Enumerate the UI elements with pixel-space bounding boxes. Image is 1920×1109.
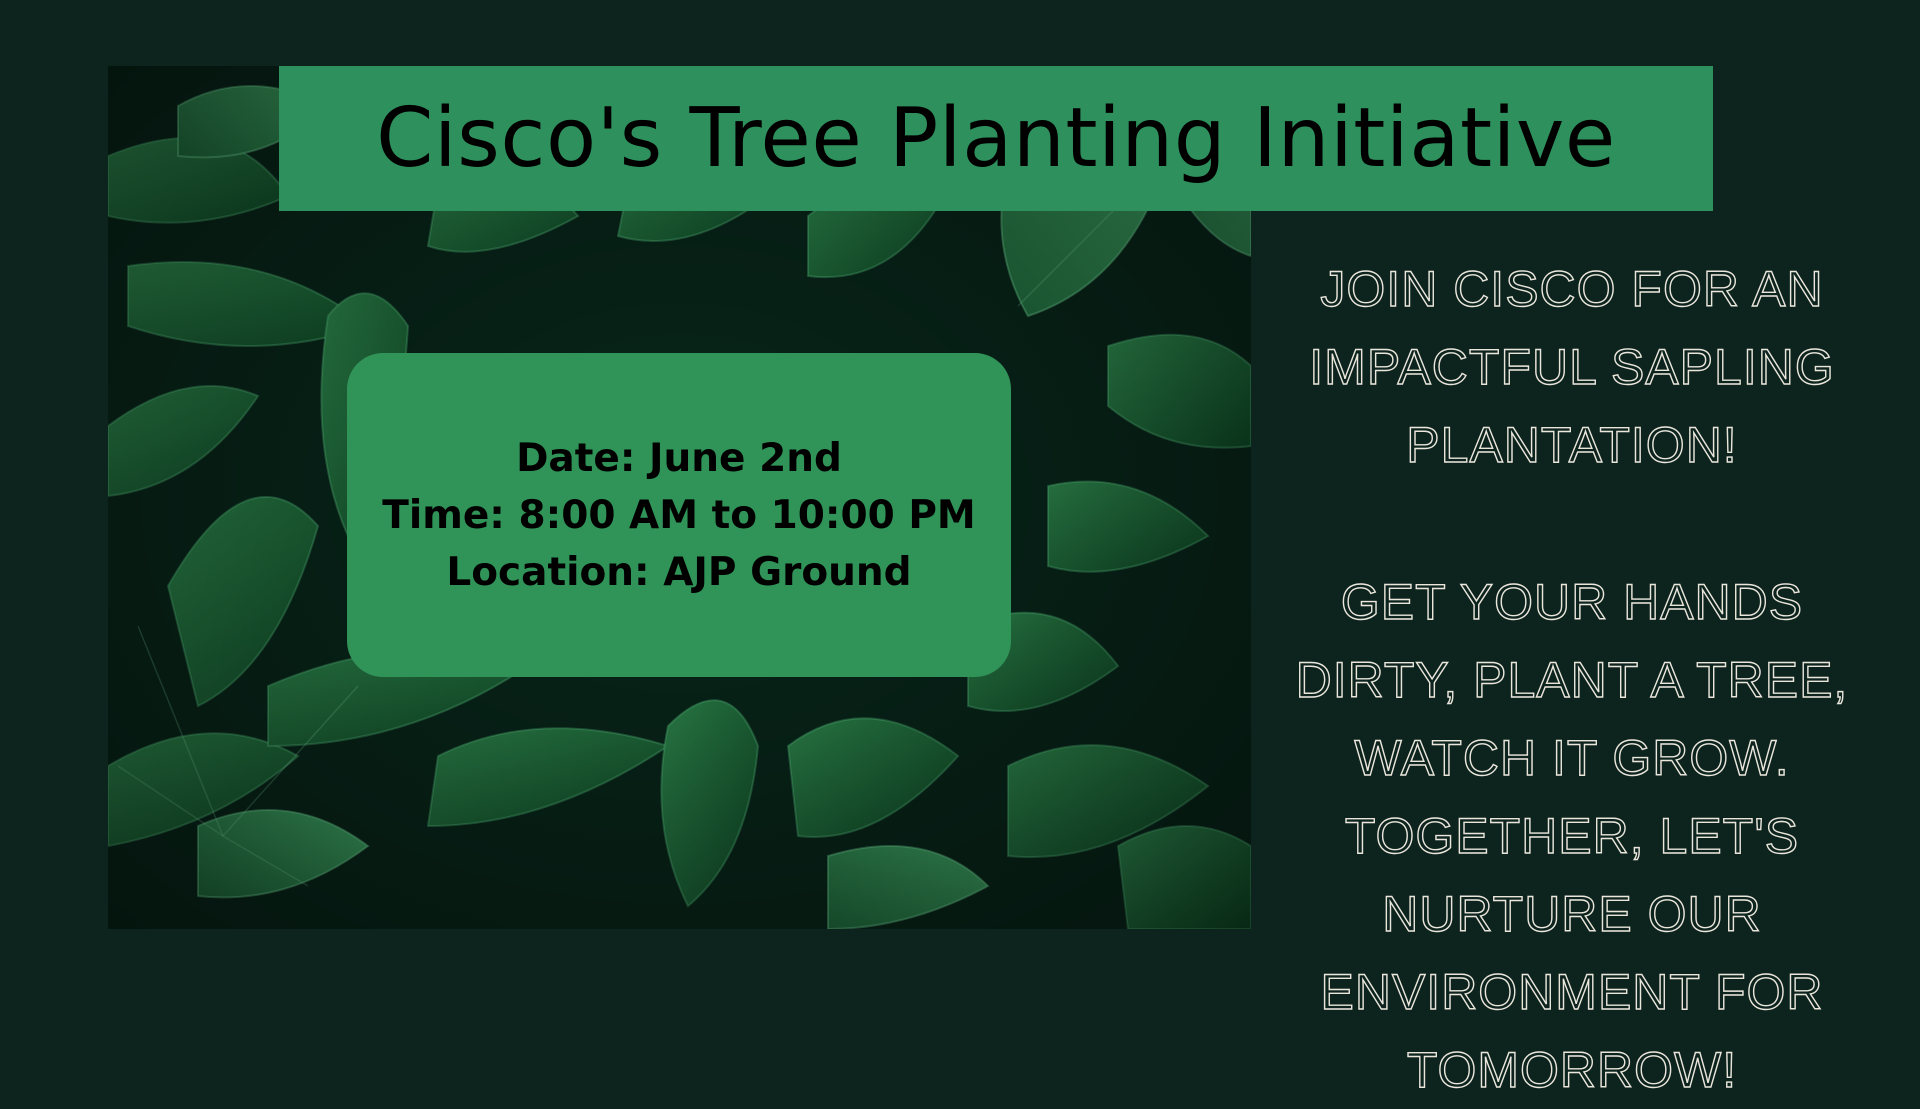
event-details-card: Date: June 2nd Time: 8:00 AM to 10:00 PM… xyxy=(347,353,1011,677)
event-date: Date: June 2nd xyxy=(516,435,842,481)
event-time: Time: 8:00 AM to 10:00 PM xyxy=(382,492,976,538)
title-banner: Cisco's Tree Planting Initiative xyxy=(279,66,1713,211)
event-location: Location: AJP Ground xyxy=(446,549,912,595)
invitation-body: GET YOUR HANDS DIRTY, PLANT A TREE, WATC… xyxy=(1295,573,1849,1098)
invitation-text: JOIN CISCO FOR AN IMPACTFUL SAPLING PLAN… xyxy=(1272,250,1872,1109)
page-title: Cisco's Tree Planting Initiative xyxy=(376,91,1616,186)
invitation-intro: JOIN CISCO FOR AN IMPACTFUL SAPLING PLAN… xyxy=(1309,260,1835,473)
